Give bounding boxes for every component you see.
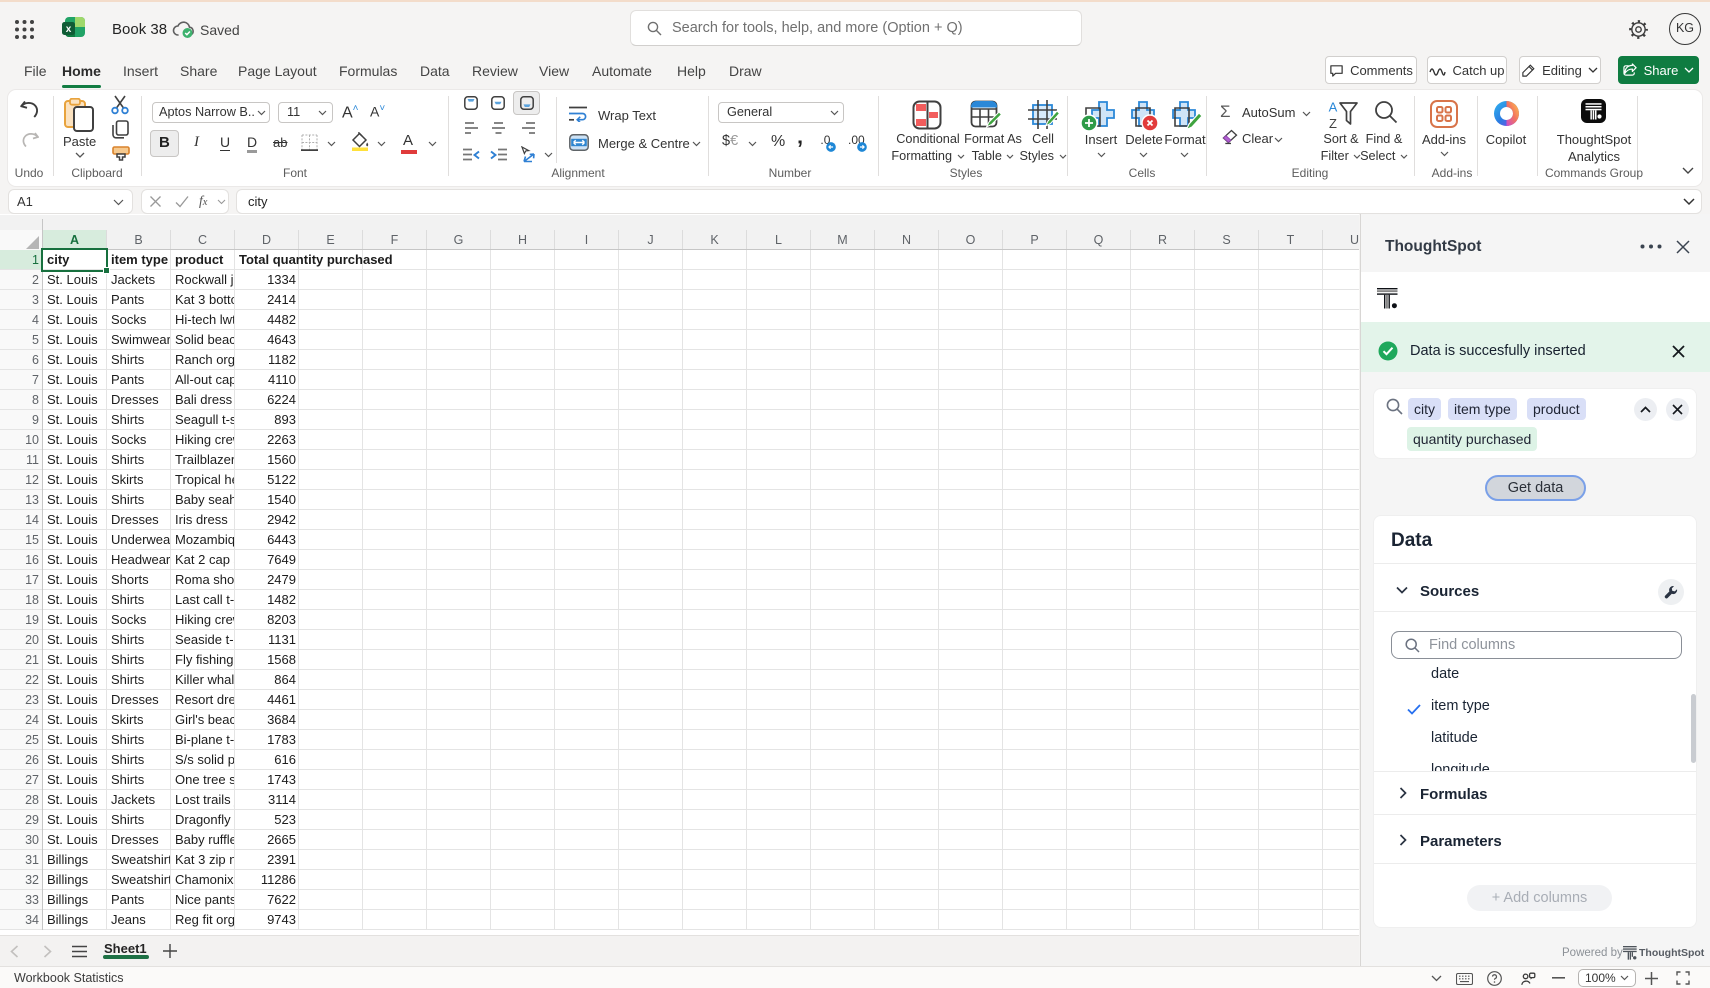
svg-text:Z: Z (1329, 116, 1337, 131)
svg-text:x: x (66, 24, 72, 35)
svg-text:A: A (1329, 100, 1338, 115)
